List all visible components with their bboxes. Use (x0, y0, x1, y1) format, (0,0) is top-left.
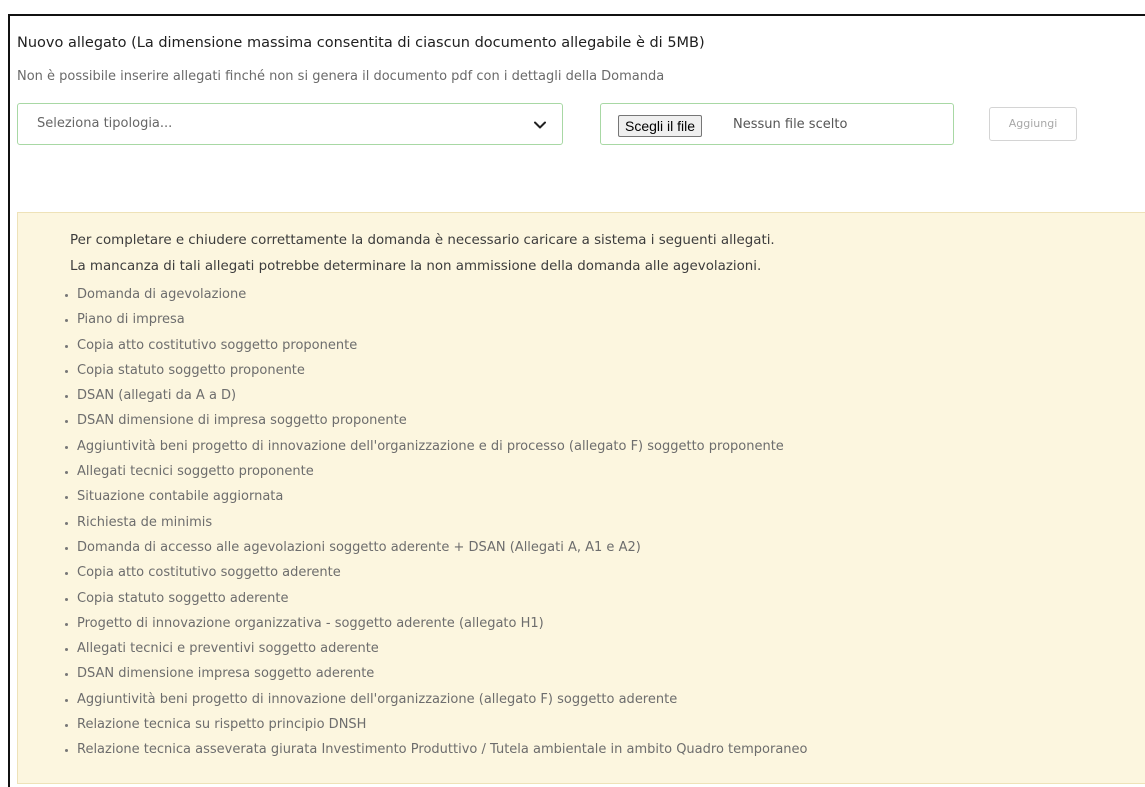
choose-file-button[interactable]: Scegli il file (618, 115, 703, 137)
list-item-label: Domanda di accesso alle agevolazioni sog… (77, 539, 641, 555)
bullet-icon (65, 294, 68, 297)
bullet-icon (65, 344, 68, 348)
bullet-icon (65, 445, 68, 449)
list-item-label: Relazione tecnica asseverata giurata Inv… (77, 742, 808, 758)
list-item: Allegati tecnici soggetto proponente (62, 462, 808, 487)
list-item: Piano di impresa (62, 310, 808, 335)
list-item-label: Situazione contabile aggiornata (77, 489, 284, 505)
list-item-label: Progetto di innovazione organizzativa - … (77, 615, 544, 631)
list-item: DSAN dimensione di impresa soggetto prop… (62, 411, 808, 436)
bullet-icon (65, 496, 68, 500)
bullet-icon (65, 597, 68, 601)
list-item: Domanda di agevolazione (62, 285, 808, 310)
notice-line-1: Per completare e chiudere correttamente … (70, 233, 775, 248)
frame-top-border (8, 14, 1145, 16)
bullet-icon (65, 395, 68, 399)
list-item: Copia statuto soggetto aderente (62, 589, 808, 614)
tipologia-select-value: Seleziona tipologia... (37, 116, 173, 131)
list-item: Aggiuntività beni progetto di innovazion… (62, 437, 808, 462)
bullet-icon (65, 471, 68, 475)
section-subtitle: Non è possibile inserire allegati finché… (17, 69, 665, 84)
list-item-label: DSAN dimensione impresa soggetto aderent… (77, 666, 375, 682)
list-item: Copia statuto soggetto proponente (62, 361, 808, 386)
notice-line-2: La mancanza di tali allegati potrebbe de… (70, 259, 762, 274)
list-item: Aggiuntività beni progetto di innovazion… (62, 690, 808, 715)
add-button[interactable]: Aggiungi (989, 107, 1077, 141)
list-item: Progetto di innovazione organizzativa - … (62, 614, 808, 639)
chevron-down-icon (534, 121, 546, 129)
bullet-icon (65, 546, 68, 550)
bullet-icon (65, 622, 68, 626)
list-item-label: DSAN dimensione di impresa soggetto prop… (77, 413, 407, 429)
list-item-label: Allegati tecnici soggetto proponente (77, 464, 314, 480)
list-item-label: Piano di impresa (77, 312, 185, 328)
list-item: Allegati tecnici e preventivi soggetto a… (62, 639, 808, 664)
bullet-icon (65, 420, 68, 424)
list-item: Copia atto costitutivo soggetto proponen… (62, 336, 808, 361)
file-status-text: Nessun file scelto (733, 117, 848, 132)
list-item-label: Copia statuto soggetto proponente (77, 362, 305, 378)
section-title: Nuovo allegato (La dimensione massima co… (17, 35, 705, 51)
list-item-label: Relazione tecnica su rispetto principio … (77, 717, 367, 733)
bullet-icon (65, 724, 68, 728)
list-item: Richiesta de minimis (62, 513, 808, 538)
list-item-label: Copia atto costitutivo soggetto proponen… (77, 337, 358, 353)
bullet-icon (65, 698, 68, 702)
list-item: Relazione tecnica su rispetto principio … (62, 715, 808, 740)
list-item-label: Allegati tecnici e preventivi soggetto a… (77, 641, 379, 657)
list-item-label: Copia atto costitutivo soggetto aderente (77, 565, 341, 581)
required-attachments-list: Domanda di agevolazione Piano di impresa C… (62, 285, 808, 766)
frame-left-border (8, 14, 10, 787)
list-item: Situazione contabile aggiornata (62, 487, 808, 512)
file-input[interactable]: Scegli il file Nessun file scelto (600, 103, 954, 145)
list-item: Copia atto costitutivo soggetto aderente (62, 563, 808, 588)
list-item: DSAN dimensione impresa soggetto aderent… (62, 664, 808, 689)
list-item: Relazione tecnica asseverata giurata Inv… (62, 740, 808, 765)
bullet-icon (65, 521, 68, 525)
bullet-icon (65, 673, 68, 677)
list-item: DSAN (allegati da A a D) (62, 386, 808, 411)
list-item-label: Copia statuto soggetto aderente (77, 590, 289, 606)
list-item-label: DSAN (allegati da A a D) (77, 388, 237, 404)
list-item-label: Richiesta de minimis (77, 514, 213, 530)
bullet-icon (65, 572, 68, 576)
bullet-icon (65, 319, 68, 323)
list-item-label: Domanda di agevolazione (77, 287, 247, 302)
bullet-icon (65, 749, 68, 753)
list-item-label: Aggiuntività beni progetto di innovazion… (77, 691, 678, 707)
tipologia-select[interactable]: Seleziona tipologia... (17, 103, 563, 145)
bullet-icon (65, 648, 68, 652)
list-item-label: Aggiuntività beni progetto di innovazion… (77, 438, 784, 454)
bullet-icon (65, 369, 68, 373)
list-item: Domanda di accesso alle agevolazioni sog… (62, 538, 808, 563)
